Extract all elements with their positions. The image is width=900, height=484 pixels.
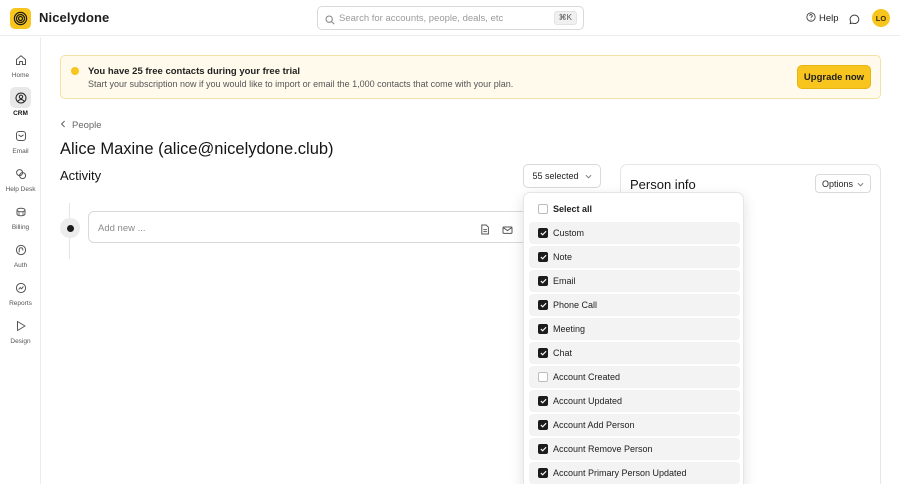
dropdown-option[interactable]: Phone Call — [529, 294, 740, 316]
dropdown-option-label: Email — [553, 276, 576, 286]
dropdown-option-label: Account Primary Person Updated — [553, 468, 687, 478]
search-icon — [325, 12, 335, 30]
help-label: Help — [819, 13, 839, 24]
dropdown-option-label: Account Remove Person — [553, 444, 653, 454]
trial-banner: You have 25 free contacts during your fr… — [60, 55, 881, 99]
timeline-marker — [60, 218, 80, 238]
sidebar-item-label: Auth — [13, 262, 28, 269]
help-button[interactable]: Help — [806, 12, 839, 25]
sidebar-item-auth[interactable]: Auth — [0, 239, 41, 275]
sidebar-item-label: Design — [10, 338, 31, 345]
home-icon — [10, 49, 31, 70]
checkbox-unchecked-icon[interactable] — [538, 204, 548, 214]
dropdown-option[interactable]: Account Created — [529, 366, 740, 388]
checkbox-checked-icon[interactable] — [538, 348, 548, 358]
sidebar-item-label: Reports — [9, 300, 32, 307]
avatar[interactable]: LO — [872, 9, 890, 27]
search-shortcut-badge: ⌘K — [553, 11, 577, 25]
dropdown-option[interactable]: Note — [529, 246, 740, 268]
dropdown-option-label: Chat — [553, 348, 573, 358]
add-new-placeholder: Add new ... — [98, 223, 146, 234]
sidebar-item-label: Help Desk — [5, 186, 36, 193]
dropdown-option-label: Meeting — [553, 324, 586, 334]
select-all-label: Select all — [553, 204, 593, 214]
chevron-down-icon — [585, 171, 592, 181]
timeline-dot-icon — [66, 224, 74, 232]
reports-icon — [10, 277, 31, 298]
app-logo-icon[interactable] — [10, 8, 31, 29]
sidebar-item-home[interactable]: Home — [0, 49, 41, 85]
options-button[interactable]: Options — [815, 174, 871, 193]
crm-icon — [10, 87, 31, 108]
banner-text: Start your subscription now if you would… — [88, 79, 514, 89]
breadcrumb[interactable]: People — [60, 120, 102, 131]
checkbox-checked-icon[interactable] — [538, 324, 548, 334]
dropdown-option-label: Account Created — [553, 372, 621, 382]
checkbox-checked-icon[interactable] — [538, 420, 548, 430]
add-new-activity-input[interactable]: Add new ... — [88, 211, 548, 243]
auth-icon — [10, 239, 31, 260]
checkbox-unchecked-icon[interactable] — [538, 372, 548, 382]
person-info-title: Person info — [630, 177, 696, 192]
sidebar-item-help-desk[interactable]: Help Desk — [0, 163, 41, 199]
note-file-icon[interactable] — [480, 222, 490, 240]
checkbox-checked-icon[interactable] — [538, 444, 548, 454]
chevron-down-icon — [857, 179, 864, 189]
sidebar: Home CRM Email Help Desk Billing Auth Re… — [0, 37, 41, 484]
dropdown-option[interactable]: Meeting — [529, 318, 740, 340]
dropdown-option-label: Account Add Person — [553, 420, 635, 430]
sidebar-item-crm[interactable]: CRM — [0, 87, 41, 123]
dropdown-option-label: Phone Call — [553, 300, 598, 310]
checkbox-checked-icon[interactable] — [538, 396, 548, 406]
app-name: Nicelydone — [39, 10, 110, 25]
top-bar: Nicelydone Search for accounts, people, … — [0, 0, 900, 36]
dropdown-option[interactable]: Account Remove Person — [529, 438, 740, 460]
help-desk-icon — [10, 163, 31, 184]
options-label: Options — [821, 178, 854, 189]
sidebar-item-design[interactable]: Design — [0, 315, 41, 351]
activity-filter-button[interactable]: 55 selected — [523, 164, 601, 188]
info-dot-icon — [71, 67, 79, 75]
sidebar-item-email[interactable]: Email — [0, 125, 41, 161]
checkbox-checked-icon[interactable] — [538, 228, 548, 238]
design-icon — [10, 315, 31, 336]
checkbox-checked-icon[interactable] — [538, 300, 548, 310]
dropdown-option-label: Note — [553, 252, 573, 262]
chat-bubble-icon[interactable] — [849, 12, 860, 30]
checkbox-checked-icon[interactable] — [538, 276, 548, 286]
select-all-option[interactable]: Select all — [529, 198, 740, 220]
dropdown-option-label: Custom — [553, 228, 585, 238]
envelope-icon[interactable] — [502, 222, 513, 240]
activity-filter-label: 55 selected — [532, 171, 579, 181]
dropdown-option[interactable]: Account Add Person — [529, 414, 740, 436]
search-input[interactable]: Search for accounts, people, deals, etc … — [317, 6, 584, 30]
activity-filter-dropdown: Select all Custom Note Email Phone Call … — [523, 192, 744, 484]
dropdown-option[interactable]: Chat — [529, 342, 740, 364]
checkbox-checked-icon[interactable] — [538, 252, 548, 262]
sidebar-item-label: Billing — [11, 224, 30, 231]
sidebar-item-label: Home — [11, 72, 30, 79]
help-circle-icon — [806, 12, 816, 25]
breadcrumb-people-link[interactable]: People — [72, 120, 102, 131]
dropdown-option[interactable]: Account Primary Person Updated — [529, 462, 740, 484]
sidebar-item-label: CRM — [13, 110, 28, 117]
chevron-left-icon — [60, 120, 66, 131]
page-title: Alice Maxine (alice@nicelydone.club) — [60, 140, 334, 158]
dropdown-option[interactable]: Custom — [529, 222, 740, 244]
sidebar-item-label: Email — [12, 148, 29, 155]
email-icon — [10, 125, 31, 146]
search-placeholder: Search for accounts, people, deals, etc — [339, 13, 504, 24]
dropdown-option[interactable]: Email — [529, 270, 740, 292]
sidebar-item-reports[interactable]: Reports — [0, 277, 41, 313]
checkbox-checked-icon[interactable] — [538, 468, 548, 478]
billing-icon — [10, 201, 31, 222]
banner-title: You have 25 free contacts during your fr… — [88, 66, 301, 77]
sidebar-item-billing[interactable]: Billing — [0, 201, 41, 237]
dropdown-option[interactable]: Account Updated — [529, 390, 740, 412]
upgrade-now-button[interactable]: Upgrade now — [797, 65, 871, 89]
dropdown-option-label: Account Updated — [553, 396, 623, 406]
activity-title: Activity — [60, 168, 102, 183]
